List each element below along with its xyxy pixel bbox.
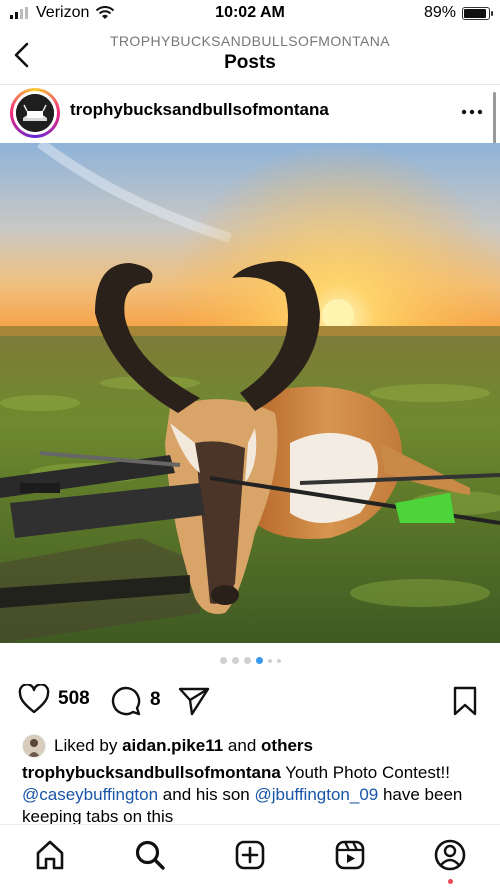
page-title: Posts <box>224 52 276 73</box>
post-caption: trophybucksandbullsofmontana Youth Photo… <box>22 762 482 828</box>
comment-action: 8 <box>110 684 161 716</box>
likes-count[interactable]: 508 <box>58 688 90 710</box>
status-right: 89% <box>423 4 493 22</box>
bottom-tab-bar <box>0 824 500 891</box>
share-icon[interactable] <box>178 686 210 716</box>
liked-by[interactable]: Liked by aidan.pike11 and others <box>22 734 313 758</box>
carousel-dot <box>219 657 227 664</box>
notification-dot <box>448 879 453 884</box>
caption-text: and his son <box>162 785 250 804</box>
home-icon[interactable] <box>34 839 66 871</box>
liked-by-others[interactable]: others <box>261 736 313 755</box>
reels-icon[interactable] <box>334 839 366 871</box>
search-icon[interactable] <box>134 839 166 871</box>
account-name-heading: TROPHYBUCKSANDBULLSOFMONTANA <box>109 33 391 49</box>
liker-avatar <box>22 734 46 758</box>
caption-text: Youth Photo Contest!! <box>285 763 450 782</box>
avatar-logo-icon <box>16 94 54 132</box>
comments-count[interactable]: 8 <box>150 689 161 711</box>
heart-icon[interactable] <box>18 684 50 714</box>
battery-percent: 89% <box>423 4 456 21</box>
carousel-dot-active <box>255 657 263 664</box>
like-action: 508 <box>18 684 90 714</box>
carousel-dot <box>243 657 251 664</box>
post-actions: 508 8 <box>0 680 500 720</box>
story-ring-avatar[interactable] <box>10 88 60 138</box>
post-header: trophybucksandbullsofmontana <box>0 86 500 142</box>
nav-bar: TROPHYBUCKSANDBULLSOFMONTANA Posts <box>0 28 500 85</box>
battery-level <box>464 8 486 18</box>
caption-author[interactable]: trophybucksandbullsofmontana <box>22 763 281 782</box>
person-icon <box>23 735 45 757</box>
post-username[interactable]: trophybucksandbullsofmontana <box>70 100 329 120</box>
liked-by-and: and <box>227 736 257 755</box>
status-bar: Verizon 10:02 AM 89% <box>0 0 500 28</box>
more-options-icon[interactable] <box>460 100 484 124</box>
carousel-dot <box>267 658 272 663</box>
bookmark-icon[interactable] <box>452 686 478 716</box>
new-post-icon[interactable] <box>234 839 266 871</box>
liked-by-user[interactable]: aidan.pike11 <box>122 736 223 755</box>
liked-by-text: Liked by aidan.pike11 and others <box>54 736 313 756</box>
liked-by-prefix: Liked by <box>54 736 118 755</box>
post-photo[interactable] <box>0 143 500 643</box>
carousel-dot <box>231 657 239 664</box>
comment-icon[interactable] <box>110 684 142 716</box>
profile-icon[interactable] <box>434 839 466 871</box>
caption-mention[interactable]: @jbuffington_09 <box>254 785 378 804</box>
carousel-dot <box>276 658 281 663</box>
carousel-indicator <box>0 657 500 664</box>
battery-icon <box>462 6 493 20</box>
avatar <box>16 94 54 132</box>
caption-mention[interactable]: @caseybuffington <box>22 785 158 804</box>
